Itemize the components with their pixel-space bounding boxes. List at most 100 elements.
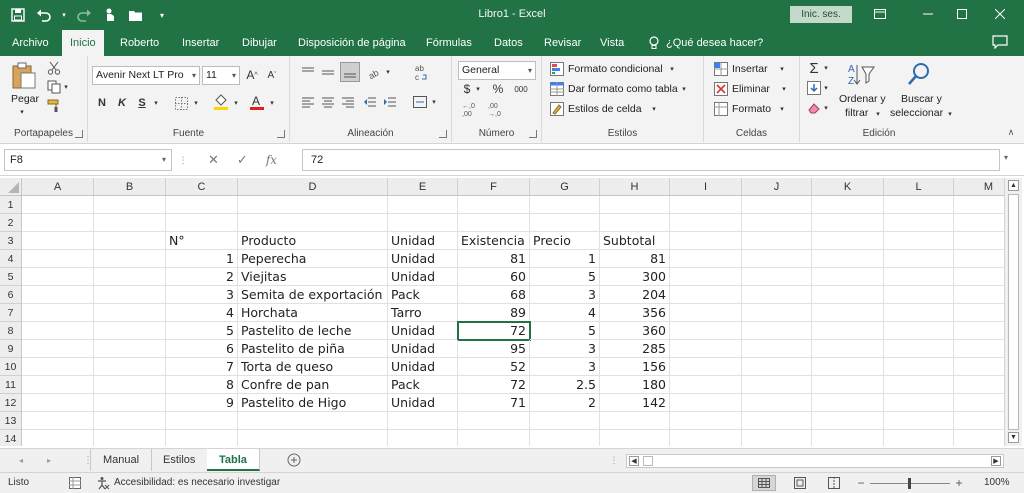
- delete-cells-label[interactable]: Eliminar: [732, 83, 770, 95]
- cell-j8[interactable]: [742, 322, 812, 340]
- cell-b2[interactable]: [94, 214, 166, 232]
- column-header-h[interactable]: H: [600, 178, 670, 196]
- sort-filter-dropdown-icon[interactable]: ▾: [874, 108, 882, 120]
- format-painter-icon[interactable]: [46, 98, 62, 114]
- paste-icon[interactable]: [10, 62, 38, 90]
- cut-icon[interactable]: [46, 60, 62, 76]
- insert-cells-icon[interactable]: [714, 62, 728, 76]
- cell-h6[interactable]: 204: [600, 286, 670, 304]
- cell-h11[interactable]: 180: [600, 376, 670, 394]
- cell-f11[interactable]: 72: [458, 376, 530, 394]
- cell-b4[interactable]: [94, 250, 166, 268]
- zoom-out-icon[interactable]: −: [856, 476, 866, 490]
- sort-filter-icon[interactable]: AZ: [846, 60, 876, 88]
- increase-font-icon[interactable]: A ^: [244, 66, 260, 84]
- cell-j6[interactable]: [742, 286, 812, 304]
- cell-h12[interactable]: 142: [600, 394, 670, 412]
- page-layout-view-icon[interactable]: [788, 475, 812, 491]
- currency-dropdown-icon[interactable]: ▾: [474, 84, 482, 94]
- cell-h14[interactable]: [600, 430, 670, 446]
- cell-m4[interactable]: [954, 250, 1004, 268]
- maximize-icon[interactable]: [948, 4, 976, 24]
- cell-d8[interactable]: Pastelito de leche: [238, 322, 388, 340]
- horizontal-scrollbar[interactable]: ◀ ▶: [626, 454, 1004, 468]
- cell-c10[interactable]: 7: [166, 358, 238, 376]
- column-header-c[interactable]: C: [166, 178, 238, 196]
- cell-m9[interactable]: [954, 340, 1004, 358]
- cell-f9[interactable]: 95: [458, 340, 530, 358]
- cell-c1[interactable]: [166, 196, 238, 214]
- column-header-g[interactable]: G: [530, 178, 600, 196]
- minimize-icon[interactable]: [914, 4, 942, 24]
- cell-b12[interactable]: [94, 394, 166, 412]
- font-color-icon[interactable]: A: [248, 92, 266, 112]
- format-as-table-label[interactable]: Dar formato como tabla: [568, 83, 678, 95]
- decrease-indent-icon[interactable]: [362, 94, 378, 110]
- cell-e10[interactable]: Unidad: [388, 358, 458, 376]
- scroll-left-icon[interactable]: ◀: [629, 456, 639, 466]
- cell-a1[interactable]: [22, 196, 94, 214]
- insert-function-button[interactable]: fx: [266, 153, 277, 167]
- column-header-d[interactable]: D: [238, 178, 388, 196]
- row-header-3[interactable]: 3: [0, 232, 22, 250]
- cell-a5[interactable]: [22, 268, 94, 286]
- cell-i5[interactable]: [670, 268, 742, 286]
- cell-a3[interactable]: [22, 232, 94, 250]
- cell-k1[interactable]: [812, 196, 884, 214]
- format-as-table-dropdown-icon[interactable]: ▾: [680, 83, 688, 95]
- column-header-e[interactable]: E: [388, 178, 458, 196]
- cell-j13[interactable]: [742, 412, 812, 430]
- cell-b10[interactable]: [94, 358, 166, 376]
- underline-dropdown-icon[interactable]: ▾: [152, 96, 160, 110]
- zoom-level[interactable]: 100%: [984, 477, 1010, 488]
- sort-filter-label-2[interactable]: filtrar: [845, 107, 868, 119]
- row-header-5[interactable]: 5: [0, 268, 22, 286]
- cell-h1[interactable]: [600, 196, 670, 214]
- cell-l12[interactable]: [884, 394, 954, 412]
- conditional-format-icon[interactable]: [550, 62, 564, 76]
- formula-input[interactable]: 72: [302, 149, 1000, 171]
- cell-e2[interactable]: [388, 214, 458, 232]
- cell-e9[interactable]: Unidad: [388, 340, 458, 358]
- cell-g2[interactable]: [530, 214, 600, 232]
- insert-cells-dropdown-icon[interactable]: ▾: [778, 63, 786, 75]
- vertical-scrollbar[interactable]: ▲ ▼: [1004, 178, 1022, 446]
- cell-c6[interactable]: 3: [166, 286, 238, 304]
- cell-b8[interactable]: [94, 322, 166, 340]
- cell-c4[interactable]: 1: [166, 250, 238, 268]
- decrease-decimal-icon[interactable]: ,00 →,0: [486, 100, 508, 118]
- row-header-11[interactable]: 11: [0, 376, 22, 394]
- cell-l13[interactable]: [884, 412, 954, 430]
- conditional-format-label[interactable]: Formato condicional: [568, 63, 663, 75]
- cell-g14[interactable]: [530, 430, 600, 446]
- row-header-10[interactable]: 10: [0, 358, 22, 376]
- cell-f1[interactable]: [458, 196, 530, 214]
- align-center-icon[interactable]: [320, 94, 336, 110]
- cell-a11[interactable]: [22, 376, 94, 394]
- cell-a14[interactable]: [22, 430, 94, 446]
- cell-a4[interactable]: [22, 250, 94, 268]
- align-top-icon[interactable]: [300, 64, 316, 80]
- cell-h2[interactable]: [600, 214, 670, 232]
- vertical-scroll-thumb[interactable]: [1008, 194, 1019, 430]
- column-header-b[interactable]: B: [94, 178, 166, 196]
- thousands-button[interactable]: 000: [510, 81, 532, 97]
- cell-j3[interactable]: [742, 232, 812, 250]
- cell-i11[interactable]: [670, 376, 742, 394]
- cell-c11[interactable]: 8: [166, 376, 238, 394]
- cell-e14[interactable]: [388, 430, 458, 446]
- cell-i1[interactable]: [670, 196, 742, 214]
- cell-i7[interactable]: [670, 304, 742, 322]
- cell-f4[interactable]: 81: [458, 250, 530, 268]
- cell-i8[interactable]: [670, 322, 742, 340]
- cell-d13[interactable]: [238, 412, 388, 430]
- comments-icon[interactable]: [992, 35, 1008, 52]
- cell-l4[interactable]: [884, 250, 954, 268]
- column-header-f[interactable]: F: [458, 178, 530, 196]
- tab-disposicion[interactable]: Disposición de página: [290, 30, 414, 56]
- cell-a2[interactable]: [22, 214, 94, 232]
- tab-insertar[interactable]: Insertar: [174, 30, 227, 56]
- tab-datos[interactable]: Datos: [486, 30, 531, 56]
- column-header-m[interactable]: M: [954, 178, 1004, 196]
- cell-g7[interactable]: 4: [530, 304, 600, 322]
